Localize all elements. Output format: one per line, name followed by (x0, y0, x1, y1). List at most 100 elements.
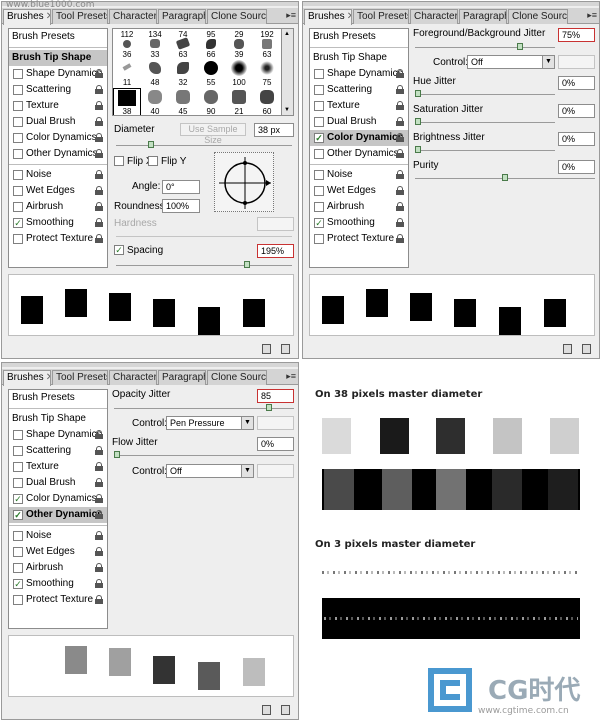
checkbox[interactable] (13, 69, 23, 79)
slider-thumb[interactable] (415, 146, 421, 153)
checkbox[interactable] (13, 234, 23, 244)
chevron-down-icon[interactable]: ▼ (542, 56, 554, 68)
sidebar-item-shape-dynamics[interactable]: Shape Dynamics (9, 66, 107, 82)
sidebar-item-shape-dynamics[interactable]: Shape Dynamics (310, 66, 408, 82)
checkbox-checked[interactable]: ✓ (314, 133, 324, 143)
checkbox[interactable] (13, 101, 23, 111)
sidebar-item-dual-brush[interactable]: Dual Brush (9, 114, 107, 130)
brush-tip[interactable]: 48 (141, 59, 169, 88)
checkbox[interactable] (13, 133, 23, 143)
slider-thumb[interactable] (148, 141, 154, 148)
tab-character[interactable]: Character (109, 370, 157, 385)
new-brush-icon[interactable] (262, 705, 271, 715)
sidebar-item-smoothing[interactable]: ✓ Smoothing (9, 576, 107, 592)
tab-paragraph[interactable]: Paragraph (459, 9, 507, 24)
brush-tip[interactable]: 11 (113, 59, 141, 88)
brush-presets-item[interactable]: Brush Presets (9, 29, 107, 45)
hue-jitter-field[interactable]: 0% (558, 76, 595, 90)
lock-icon[interactable] (396, 85, 404, 94)
sidebar-item-other-dynamics[interactable]: Other Dynamics (310, 146, 408, 162)
tab-character[interactable]: Character (109, 9, 157, 24)
brush-tip-shape-item[interactable]: Brush Tip Shape (310, 50, 408, 66)
lock-icon[interactable] (396, 170, 404, 179)
spacing-field[interactable]: 195% (257, 244, 294, 258)
lock-icon[interactable] (95, 69, 103, 78)
lock-icon[interactable] (95, 133, 103, 142)
lock-icon[interactable] (95, 186, 103, 195)
lock-icon[interactable] (396, 202, 404, 211)
tab-tool-presets[interactable]: Tool Presets (353, 9, 409, 24)
opacity-jitter-slider[interactable] (114, 404, 294, 411)
checkbox[interactable] (314, 149, 324, 159)
sidebar-item-dual-brush[interactable]: Dual Brush (310, 114, 408, 130)
slider-thumb[interactable] (266, 404, 272, 411)
checkbox[interactable] (13, 595, 23, 605)
saturation-jitter-field[interactable]: 0% (558, 104, 595, 118)
trash-icon[interactable] (281, 344, 290, 354)
slider-thumb[interactable] (244, 261, 250, 268)
lock-icon[interactable] (95, 234, 103, 243)
checkbox[interactable] (13, 117, 23, 127)
lock-icon[interactable] (95, 462, 103, 471)
spacing-slider[interactable] (116, 261, 292, 268)
brush-tip-shape-item[interactable]: Brush Tip Shape (9, 50, 107, 66)
lock-icon[interactable] (95, 170, 103, 179)
checkbox[interactable] (13, 430, 23, 440)
lock-icon[interactable] (396, 101, 404, 110)
checkbox-checked[interactable]: ✓ (13, 494, 23, 504)
brush-tip[interactable]: 45 (169, 88, 197, 115)
angle-roundness-widget[interactable] (214, 152, 274, 212)
lock-icon[interactable] (95, 202, 103, 211)
checkbox[interactable] (13, 186, 23, 196)
checkbox[interactable] (314, 186, 324, 196)
brush-tip[interactable]: 21 (225, 88, 253, 115)
flow-control-select[interactable]: Off ▼ (166, 464, 254, 478)
brush-tip[interactable]: 29 39 (225, 29, 253, 59)
checkbox[interactable] (13, 149, 23, 159)
lock-icon[interactable] (95, 478, 103, 487)
checkbox-checked[interactable]: ✓ (13, 510, 23, 520)
brush-tip[interactable]: 55 (197, 59, 225, 88)
brush-presets-item[interactable]: Brush Presets (310, 29, 408, 45)
sidebar-item-airbrush[interactable]: Airbrush (310, 199, 408, 215)
lock-icon[interactable] (95, 563, 103, 572)
brush-tip[interactable]: 90 (197, 88, 225, 115)
lock-icon[interactable] (396, 133, 404, 142)
sidebar-item-scattering[interactable]: Scattering (9, 82, 107, 98)
brush-tip[interactable]: 40 (141, 88, 169, 115)
opacity-control-select[interactable]: Pen Pressure ▼ (166, 416, 254, 430)
lock-icon[interactable] (95, 494, 103, 503)
lock-icon[interactable] (396, 149, 404, 158)
checkbox[interactable] (314, 234, 324, 244)
lock-icon[interactable] (95, 101, 103, 110)
trash-icon[interactable] (281, 705, 290, 715)
sidebar-item-color-dynamics[interactable]: ✓ Color Dynamics (310, 130, 408, 146)
close-icon[interactable]: ✕ (46, 11, 50, 22)
sidebar-item-texture[interactable]: Texture (310, 98, 408, 114)
brush-tip-shape-item[interactable]: Brush Tip Shape (9, 411, 107, 427)
saturation-jitter-slider[interactable] (415, 118, 555, 125)
sidebar-item-noise[interactable]: Noise (9, 167, 107, 183)
sidebar-item-dual-brush[interactable]: Dual Brush (9, 475, 107, 491)
hue-jitter-slider[interactable] (415, 90, 555, 97)
sidebar-item-color-dynamics[interactable]: Color Dynamics (9, 130, 107, 146)
opacity-jitter-field[interactable]: 85 (257, 389, 294, 403)
tab-clone-source[interactable]: Clone Source (207, 370, 267, 385)
tab-brushes[interactable]: Brushes✕ (304, 9, 352, 25)
checkbox[interactable] (13, 202, 23, 212)
tab-character[interactable]: Character (410, 9, 458, 24)
sidebar-item-scattering[interactable]: Scattering (310, 82, 408, 98)
tab-clone-source[interactable]: Clone Source (508, 9, 568, 24)
sidebar-item-shape-dynamics[interactable]: Shape Dynamics (9, 427, 107, 443)
lock-icon[interactable] (95, 531, 103, 540)
fg-bg-jitter-field[interactable]: 75% (558, 28, 595, 42)
diameter-slider[interactable] (116, 141, 292, 148)
checkbox[interactable] (314, 101, 324, 111)
spacing-checkbox[interactable]: ✓ (114, 245, 124, 255)
checkbox[interactable] (314, 69, 324, 79)
angle-field[interactable]: 0° (162, 180, 200, 194)
sidebar-item-wet-edges[interactable]: Wet Edges (9, 183, 107, 199)
brush-tip[interactable]: 60 (253, 88, 281, 115)
slider-thumb[interactable] (517, 43, 523, 50)
brightness-jitter-field[interactable]: 0% (558, 132, 595, 146)
